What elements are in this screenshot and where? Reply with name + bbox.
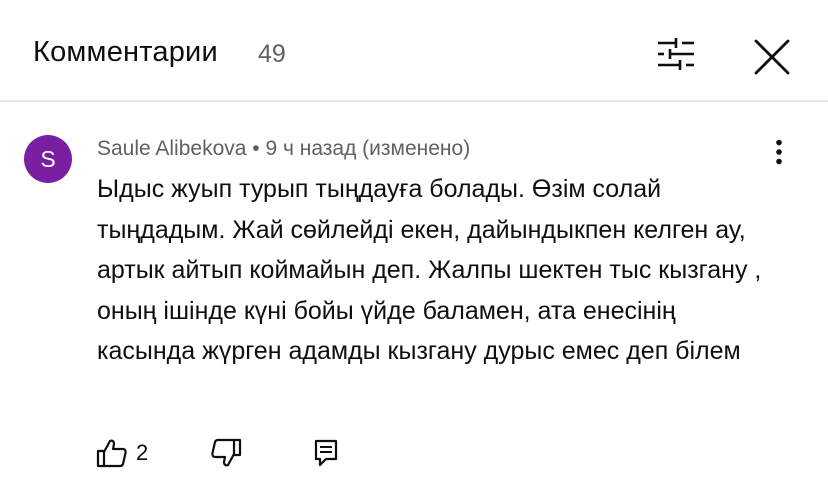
avatar-letter: S: [40, 145, 56, 172]
avatar[interactable]: S: [24, 135, 72, 183]
dislike-button[interactable]: [209, 436, 243, 470]
more-vertical-icon: [776, 139, 782, 165]
reply-button[interactable]: [311, 436, 341, 470]
filter-button[interactable]: [652, 34, 700, 74]
comments-header: Комментарии 49: [0, 0, 828, 102]
comments-count: 49: [258, 40, 286, 68]
reply-comment-icon: [314, 439, 338, 467]
more-options-button[interactable]: [764, 134, 794, 170]
like-count: 2: [136, 440, 149, 465]
close-icon: [754, 39, 790, 75]
thumbs-up-icon: [96, 439, 127, 468]
close-button[interactable]: [747, 32, 797, 82]
thumbs-down-icon: [211, 438, 242, 467]
comments-title: Комментарии: [33, 36, 218, 68]
sliders-icon: [658, 38, 694, 70]
comment-text: Ыдыс жуып турып тыңдауға болады. Өзім со…: [97, 175, 762, 365]
like-button[interactable]: 2: [96, 436, 156, 470]
comment-meta: Saule Alibekova • 9 ч назад (изменено): [97, 137, 471, 160]
